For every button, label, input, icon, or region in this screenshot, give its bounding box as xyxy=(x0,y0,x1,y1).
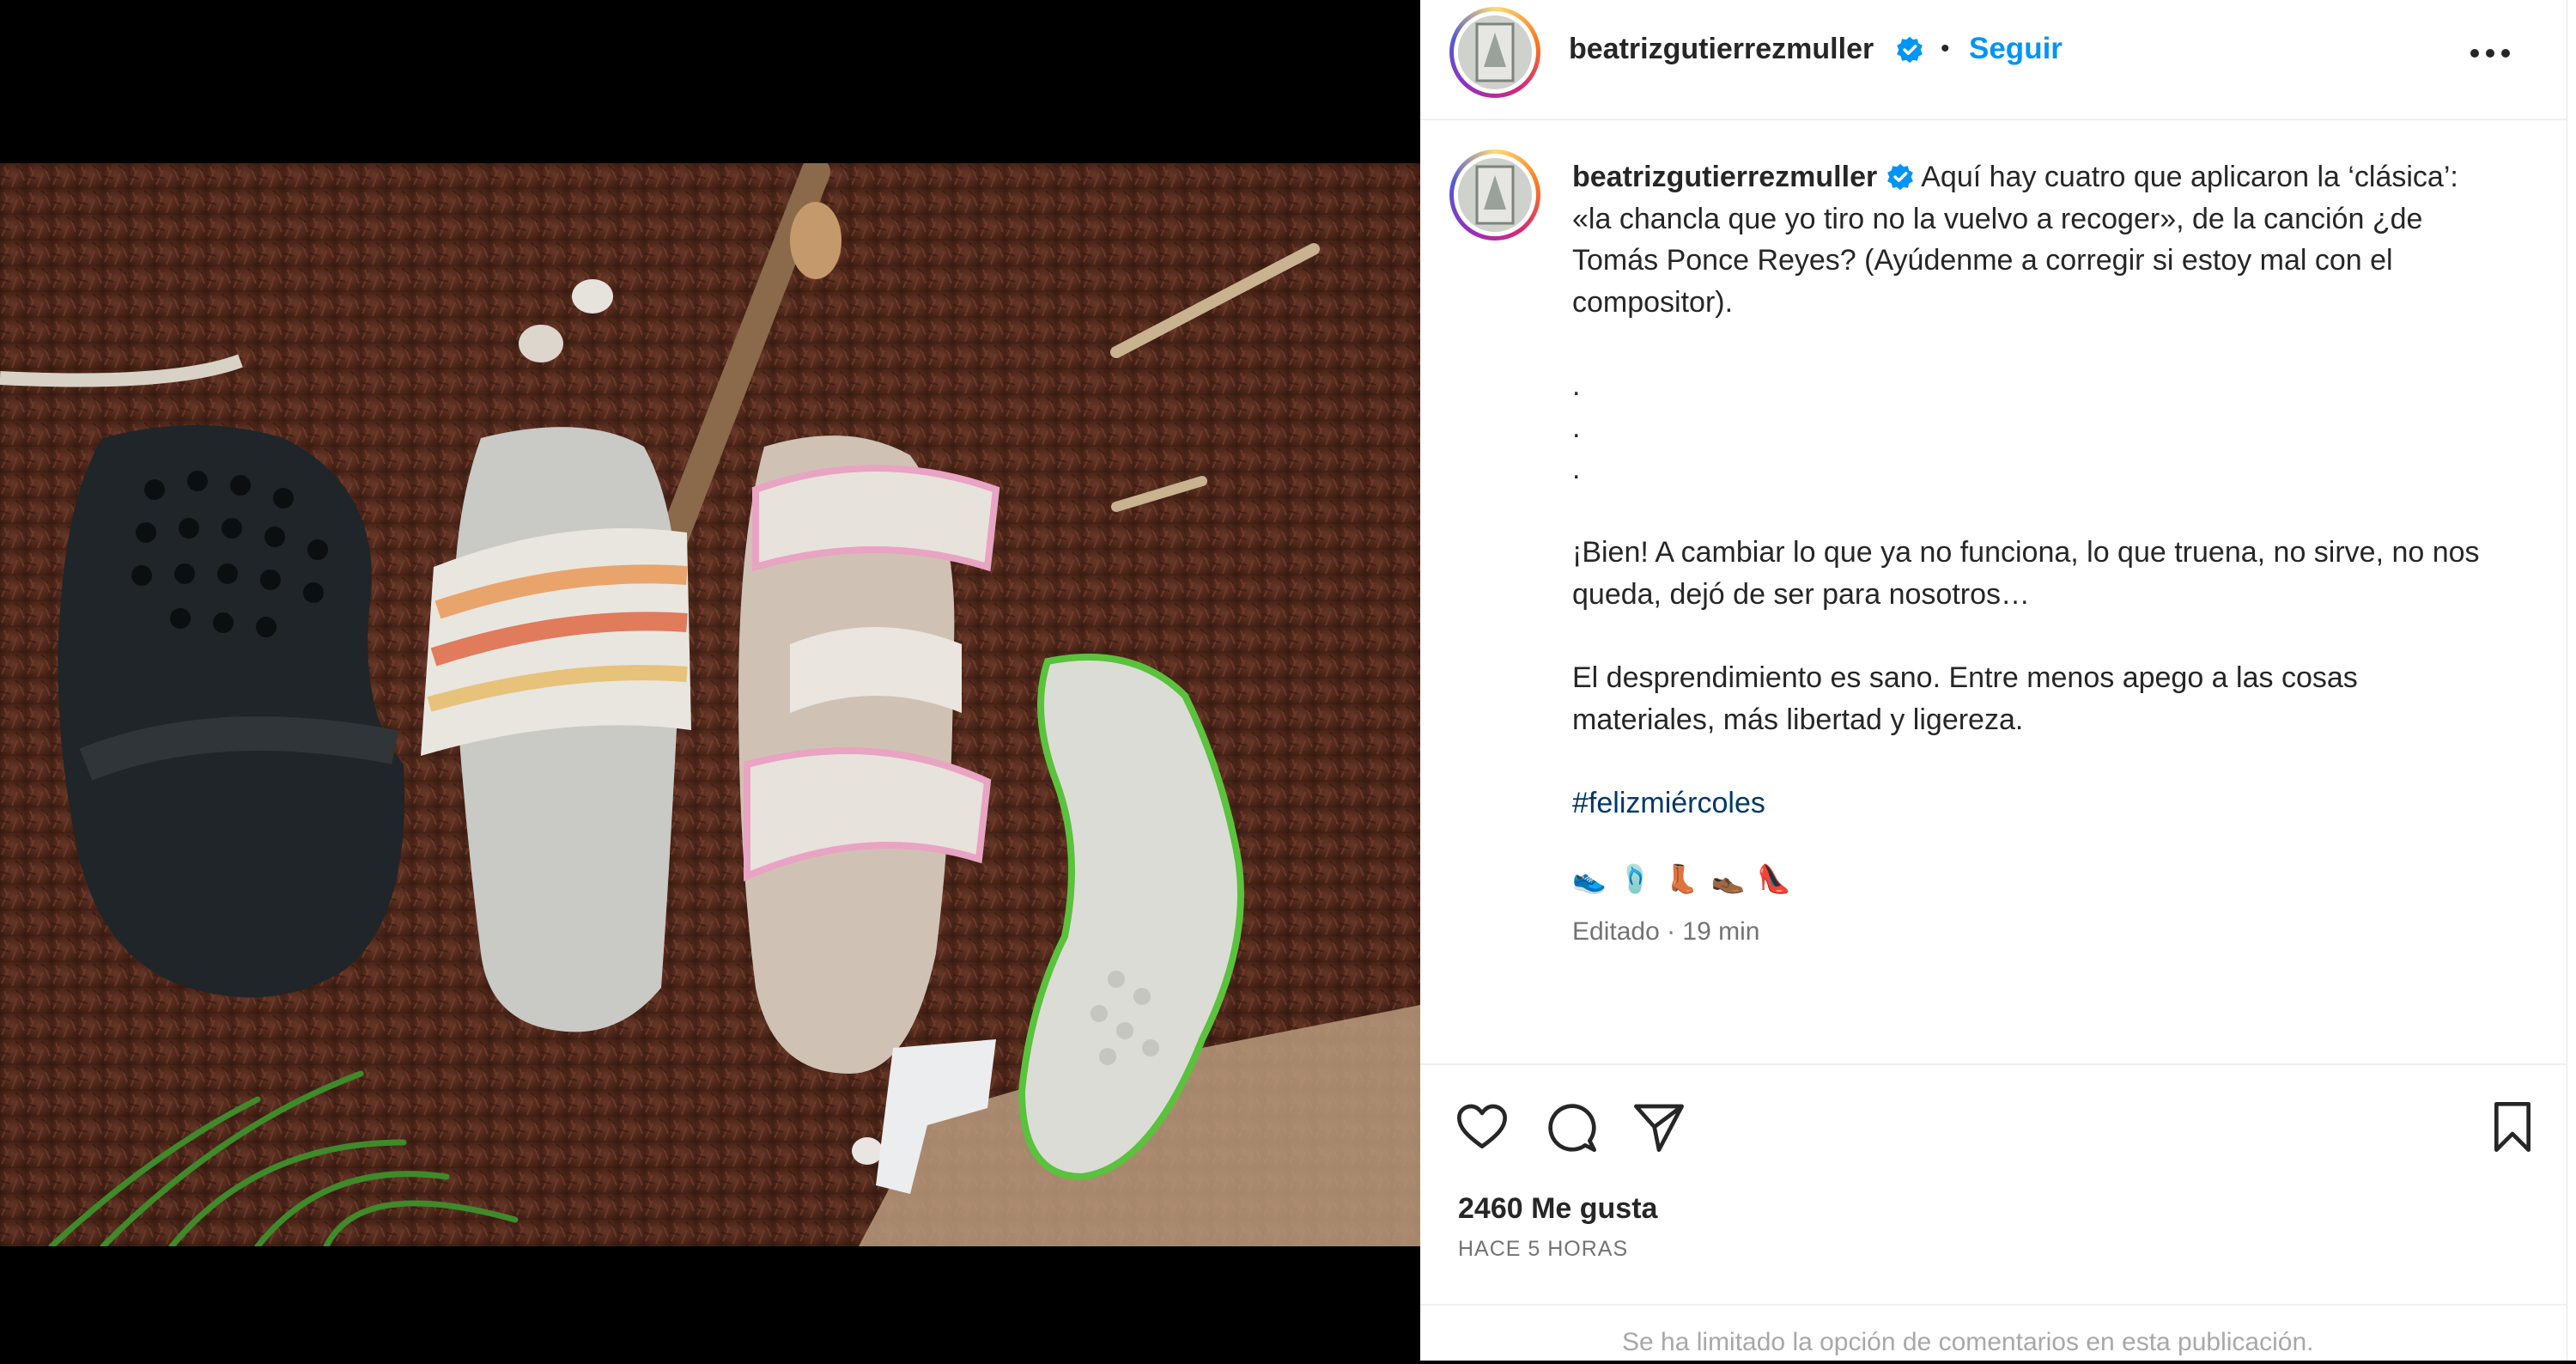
scrollbar[interactable] xyxy=(2567,0,2576,1361)
comment-area: Se ha limitado la opción de comentarios … xyxy=(1420,1304,2567,1364)
post-photo[interactable] xyxy=(0,163,1420,1246)
caption-avatar[interactable] xyxy=(1449,149,1540,241)
more-options-icon[interactable] xyxy=(2464,36,2516,70)
caption-dot: . xyxy=(1572,411,1581,444)
caption-text: beatrizgutierrezmuller Aquí hay cuatro q… xyxy=(1572,156,2482,825)
caption-paragraph-2: ¡Bien! A cambiar lo que ya no funciona, … xyxy=(1572,536,2480,611)
verified-badge-icon xyxy=(1886,163,1913,191)
flip-flop-emoji: 🩴 xyxy=(1618,863,1653,894)
caption-avatar-image xyxy=(1458,158,1532,232)
avatar-image xyxy=(1458,15,1532,89)
heart-icon[interactable] xyxy=(1455,1099,1510,1154)
post-header: beatrizgutierrezmuller • Seguir xyxy=(1420,0,2567,120)
boot-emoji: 👢 xyxy=(1664,863,1699,894)
action-bar: 2460 Me gusta HACE 5 HORAS Se ha limitad… xyxy=(1420,1063,2567,1362)
caption-paragraph-3: El desprendimiento es sano. Entre menos … xyxy=(1572,661,2358,736)
comment-icon[interactable] xyxy=(1544,1099,1599,1154)
bookmark-icon[interactable] xyxy=(2485,1099,2540,1154)
caption-meta: Editado · 19 min xyxy=(1572,917,1760,946)
paper-plane-icon[interactable] xyxy=(1631,1099,1686,1154)
instagram-post-modal: beatrizgutierrezmuller • Seguir beatrizg… xyxy=(0,0,2576,1361)
sandals-on-beach-image xyxy=(0,163,1420,1246)
caption-dot: . xyxy=(1572,368,1581,402)
post-author-username[interactable]: beatrizgutierrezmuller xyxy=(1569,33,1874,66)
avatar[interactable] xyxy=(1449,7,1540,98)
hashtag-link[interactable]: #felizmiércoles xyxy=(1572,787,1765,819)
comments-limited-notice: Se ha limitado la opción de comentarios … xyxy=(1622,1328,2314,1356)
post-media-area xyxy=(0,0,1420,1361)
caption-username[interactable]: beatrizgutierrezmuller xyxy=(1572,161,1877,193)
sneaker-emoji: 👟 xyxy=(1572,863,1607,894)
likes-count[interactable]: 2460 Me gusta xyxy=(1458,1192,1657,1226)
caption-emoji-row: 👟 🩴 👢 👞 👠 xyxy=(1572,862,1791,904)
verified-badge-icon xyxy=(1897,36,1923,64)
follow-button[interactable]: Seguir xyxy=(1969,32,2063,66)
post-sidebar: beatrizgutierrezmuller • Seguir beatrizg… xyxy=(1420,0,2576,1361)
caption-dot: . xyxy=(1572,453,1581,486)
caption-section: beatrizgutierrezmuller Aquí hay cuatro q… xyxy=(1420,119,2567,1063)
post-timestamp: HACE 5 HORAS xyxy=(1458,1237,1629,1261)
high-heel-emoji: 👠 xyxy=(1757,863,1792,894)
shoe-emoji: 👞 xyxy=(1710,863,1746,894)
separator-dot: • xyxy=(1941,34,1950,63)
